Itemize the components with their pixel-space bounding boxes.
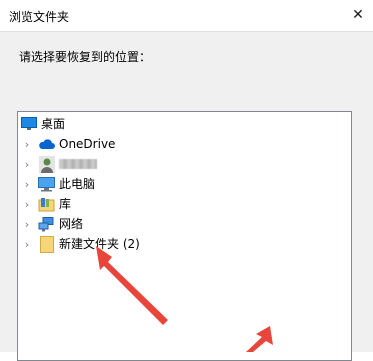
tree-item-this-pc[interactable]: › 此电脑 bbox=[18, 174, 351, 194]
tree-item-new-folder-2[interactable]: › 新建文件夹 (2) bbox=[18, 234, 351, 254]
tree-item-library[interactable]: › 库 bbox=[18, 194, 351, 214]
browse-folder-dialog: 浏览文件夹 ✕ 请选择要恢复到的位置： 桌面 › OneDrive › › 此电… bbox=[0, 0, 373, 361]
instruction-text: 请选择要恢复到的位置： bbox=[19, 50, 152, 64]
redacted-username bbox=[59, 159, 97, 169]
tree-item-label: 网络 bbox=[59, 217, 84, 231]
desktop-icon bbox=[20, 116, 37, 133]
tree-item-onedrive[interactable]: › OneDrive bbox=[18, 134, 351, 154]
close-button[interactable]: ✕ bbox=[347, 0, 369, 30]
window-title: 浏览文件夹 bbox=[9, 10, 70, 24]
tree-item-network[interactable]: › 网络 bbox=[18, 214, 351, 234]
tree-item-label: OneDrive bbox=[59, 137, 116, 151]
onedrive-cloud-icon bbox=[38, 136, 55, 153]
tree-item-label: 此电脑 bbox=[59, 177, 96, 191]
chevron-right-icon[interactable]: › bbox=[22, 194, 32, 214]
tree-item-user[interactable]: › bbox=[18, 154, 351, 174]
tree-item-label: 库 bbox=[59, 197, 72, 211]
chevron-right-icon[interactable]: › bbox=[22, 214, 32, 234]
library-icon bbox=[38, 196, 55, 213]
chevron-right-icon[interactable]: › bbox=[22, 134, 32, 154]
title-bar: 浏览文件夹 ✕ bbox=[0, 0, 373, 32]
chevron-right-icon[interactable]: › bbox=[22, 154, 32, 174]
chevron-right-icon[interactable]: › bbox=[22, 234, 32, 254]
computer-icon bbox=[38, 176, 55, 193]
tree-item-label: 桌面 bbox=[41, 117, 66, 131]
folder-icon bbox=[38, 235, 55, 253]
tree-item-label: 新建文件夹 (2) bbox=[59, 237, 140, 251]
user-avatar-icon bbox=[38, 155, 55, 173]
close-icon: ✕ bbox=[352, 7, 364, 23]
network-icon bbox=[38, 216, 55, 233]
tree-item-desktop[interactable]: 桌面 bbox=[18, 114, 351, 134]
folder-tree[interactable]: 桌面 › OneDrive › › 此电脑 › 库 › 网络 › 新建文件夹 (… bbox=[17, 111, 352, 361]
chevron-right-icon[interactable]: › bbox=[22, 174, 32, 194]
